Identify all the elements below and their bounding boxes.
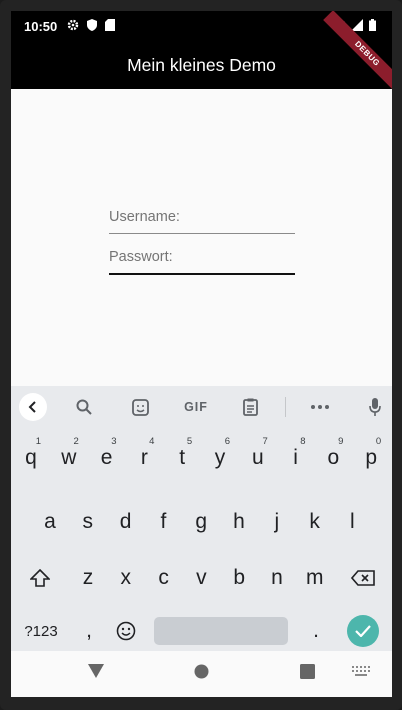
keyboard-switch-icon[interactable] [352,666,370,678]
key-a[interactable]: a [32,502,68,542]
key-number-hint: 1 [35,436,41,447]
key-t[interactable]: 5t [164,436,200,478]
key-i[interactable]: 8i [278,436,314,478]
key-number-hint: 9 [338,436,344,447]
back-triangle-icon[interactable] [88,664,104,678]
key-n[interactable]: n [259,558,295,598]
key-r[interactable]: 4r [126,436,162,478]
device-frame: 10:50 Mein kleines Demo DEBUG Username: … [0,0,402,710]
enter-check-icon[interactable] [347,615,379,647]
shield-icon [87,18,98,34]
key-o[interactable]: 9o [315,436,351,478]
screen: 10:50 Mein kleines Demo DEBUG Username: … [11,11,392,697]
key-f[interactable]: f [145,502,181,542]
search-icon[interactable] [73,394,95,420]
key-d[interactable]: d [108,502,144,542]
key-m[interactable]: m [297,558,333,598]
settings-gear-icon [67,19,79,34]
key-y[interactable]: 6y [202,436,238,478]
key-c[interactable]: c [146,558,182,598]
key-letter: i [293,446,298,469]
key-x[interactable]: x [108,558,144,598]
key-letter: t [179,446,186,469]
more-options-icon[interactable] [309,394,331,420]
collapse-chevron-left-icon[interactable] [19,393,47,421]
key-g[interactable]: g [183,502,219,542]
key-letter: e [100,446,113,469]
password-label: Passwort: [109,249,173,265]
clipboard-icon[interactable] [239,394,261,420]
key-h[interactable]: h [221,502,257,542]
key-letter: r [140,446,148,469]
login-form: Username: Passwort: [11,89,392,386]
backspace-key-icon[interactable] [345,558,381,598]
key-j[interactable]: j [259,502,295,542]
gif-button[interactable]: GIF [181,394,211,420]
key-number-hint: 3 [111,436,117,447]
key-l[interactable]: l [334,502,370,542]
key-number-hint: 5 [186,436,193,447]
app-bar: Mein kleines Demo DEBUG [11,11,392,98]
soft-keyboard: GIF 1q2w3e4r5t6y7u8i9o0p asdfghjkl zxcvb… [11,386,392,651]
key-k[interactable]: k [297,502,333,542]
key-number-hint: 7 [262,436,268,447]
key-number-hint: 8 [300,436,306,447]
key-q[interactable]: 1q [13,436,49,478]
key-e[interactable]: 3e [89,436,125,478]
password-field[interactable]: Passwort: [109,249,295,275]
key-w[interactable]: 2w [51,436,87,478]
key-letter: q [25,446,37,469]
key-number-hint: 6 [224,436,230,447]
keyboard-toolbar: GIF [11,386,392,428]
period-key[interactable]: . [298,611,334,651]
recents-square-icon[interactable] [300,664,315,679]
shift-key-icon[interactable] [22,558,58,598]
key-letter: u [251,446,264,469]
key-p[interactable]: 0p [353,436,389,478]
toolbar-divider [285,397,286,417]
comma-key[interactable]: , [71,611,107,651]
key-letter: y [214,446,226,469]
navigation-bar [11,651,392,697]
key-number-hint: 0 [375,436,382,447]
symbols-key[interactable]: ?123 [22,611,60,651]
battery-icon [369,19,376,34]
key-v[interactable]: v [183,558,219,598]
sticker-icon[interactable] [129,394,151,420]
app-title: Mein kleines Demo [127,54,276,75]
key-z[interactable]: z [70,558,106,598]
username-label: Username: [109,209,180,225]
sd-card-icon [105,18,116,34]
emoji-key-icon[interactable] [108,611,144,651]
space-bar[interactable] [154,617,288,645]
key-letter: o [327,446,340,469]
microphone-icon[interactable] [364,394,386,420]
home-circle-icon[interactable] [194,664,209,679]
key-u[interactable]: 7u [240,436,276,478]
key-number-hint: 4 [149,436,155,447]
key-s[interactable]: s [70,502,106,542]
key-letter: w [61,446,77,469]
status-time: 10:50 [24,18,58,34]
key-b[interactable]: b [221,558,257,598]
key-number-hint: 2 [73,436,79,447]
key-letter: p [365,446,378,469]
username-field[interactable]: Username: [109,209,295,234]
